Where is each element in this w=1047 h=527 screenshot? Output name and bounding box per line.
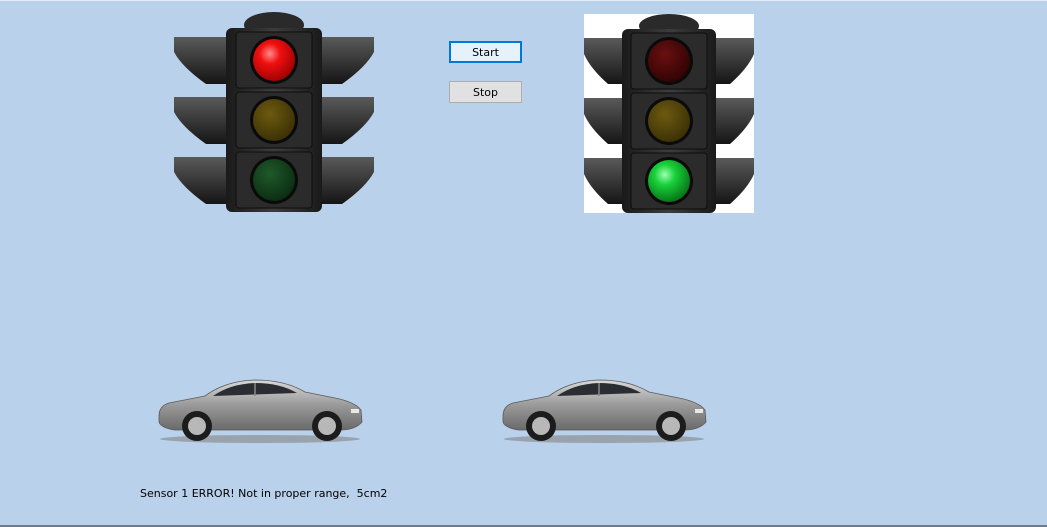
red-lamp <box>253 39 295 81</box>
window-top-edge <box>0 0 1047 1</box>
visor-left <box>584 38 625 204</box>
visor-right <box>318 37 374 204</box>
visor-left <box>174 37 230 204</box>
traffic-light-2 <box>584 14 754 213</box>
car-2 <box>499 376 709 446</box>
green-lamp <box>253 159 295 201</box>
amber-lamp <box>648 100 690 142</box>
amber-lamp <box>253 99 295 141</box>
visor-right <box>713 38 754 204</box>
green-lamp <box>648 160 690 202</box>
red-lamp <box>648 40 690 82</box>
traffic-light-1 <box>172 12 376 214</box>
car-1 <box>155 376 365 446</box>
start-button[interactable]: Start <box>449 41 522 63</box>
stop-button[interactable]: Stop <box>449 81 522 103</box>
sensor-status-label: Sensor 1 ERROR! Not in proper range, 5cm… <box>140 487 388 500</box>
